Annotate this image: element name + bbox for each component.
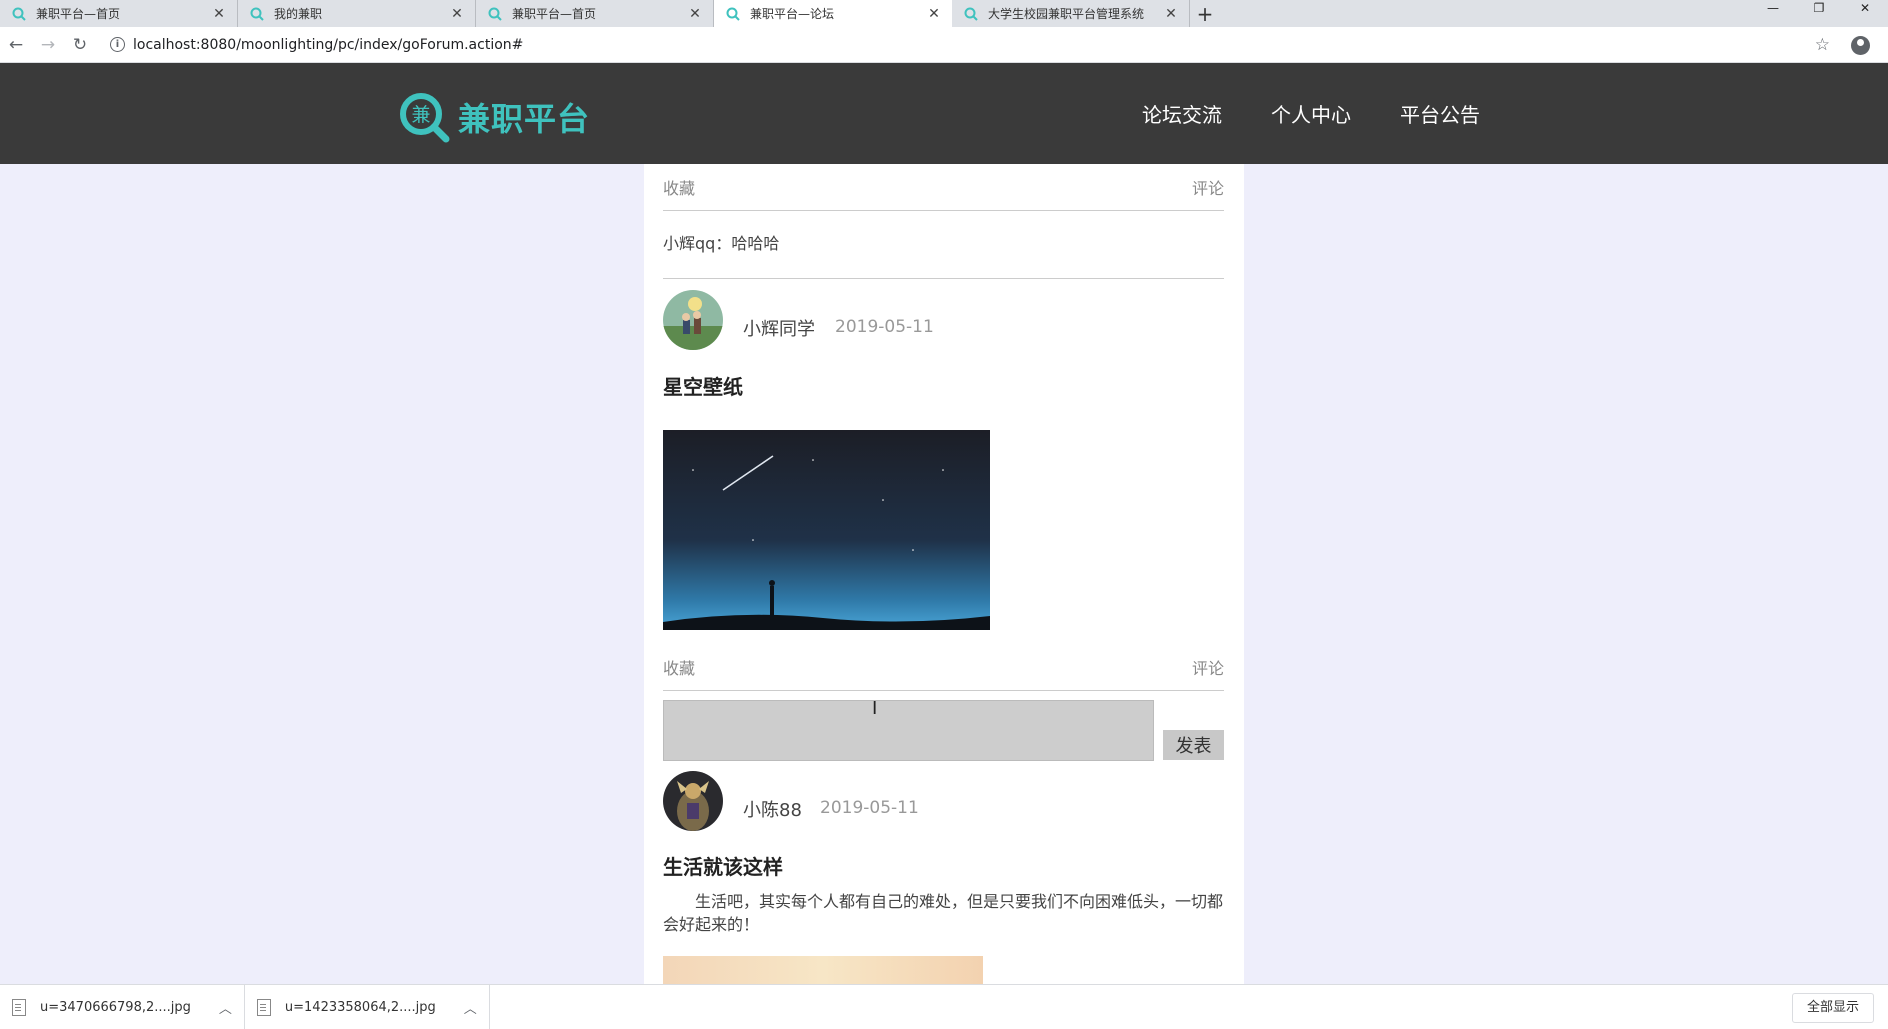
post-title[interactable]: 生活就该这样 — [663, 851, 783, 880]
nav-personal-center[interactable]: 个人中心 — [1271, 99, 1351, 128]
author-avatar[interactable] — [663, 771, 723, 831]
chevron-up-icon[interactable]: ︿ — [464, 998, 477, 1017]
site-favicon-icon — [250, 7, 264, 21]
post-image-starry-sky[interactable] — [663, 430, 990, 630]
new-tab-plus-icon[interactable]: + — [1190, 0, 1220, 27]
starry-sky-image-icon — [663, 430, 990, 630]
browser-tab-label: 我的兼职 — [274, 7, 323, 21]
reload-icon[interactable]: ↻ — [64, 35, 96, 55]
account-avatar-icon[interactable] — [1851, 36, 1870, 55]
nav-forum[interactable]: 论坛交流 — [1142, 99, 1222, 128]
divider — [663, 278, 1224, 279]
post-date: 2019-05-11 — [835, 317, 934, 337]
site-favicon-icon — [488, 7, 502, 21]
post-title[interactable]: 星空壁纸 — [663, 371, 743, 400]
site-favicon-icon — [12, 7, 26, 21]
browser-tab-bar: 兼职平台—首页 ✕ 我的兼职 ✕ 兼职平台—首页 ✕ 兼职平台—论坛 ✕ 大学生… — [0, 0, 1888, 27]
close-icon[interactable]: ✕ — [926, 6, 942, 22]
post-author[interactable]: 小辉同学 — [743, 315, 815, 341]
browser-tab-label: 兼职平台—论坛 — [750, 7, 835, 21]
post-actions: 收藏 评论 — [663, 644, 1224, 691]
nav-announcements[interactable]: 平台公告 — [1400, 99, 1480, 128]
prev-post-actions: 收藏 评论 — [663, 164, 1224, 211]
info-icon[interactable]: i — [110, 37, 125, 52]
site-favicon-icon — [964, 7, 978, 21]
text-cursor-icon: I — [872, 698, 878, 719]
submit-comment-button[interactable]: 发表 — [1163, 730, 1224, 760]
bookmark-star-icon[interactable]: ☆ — [1815, 35, 1830, 55]
logo-magnifier-icon: 兼 — [400, 93, 450, 143]
post-author[interactable]: 小陈88 — [743, 796, 802, 822]
site-header: 兼 兼职平台 论坛交流 个人中心 平台公告 — [0, 63, 1888, 164]
minimize-icon[interactable]: — — [1750, 0, 1796, 18]
browser-tab-label: 兼职平台—首页 — [36, 7, 121, 21]
browser-tab-label: 兼职平台—首页 — [512, 7, 597, 21]
comment-link[interactable]: 评论 — [1192, 175, 1224, 199]
download-bar: u=3470666798,2....jpg ︿ u=1423358064,2..… — [0, 984, 1888, 1029]
back-arrow-icon[interactable]: ← — [0, 35, 32, 55]
author-avatar[interactable] — [663, 290, 723, 350]
download-filename: u=1423358064,2....jpg — [284, 999, 436, 1015]
show-all-downloads-button[interactable]: 全部显示 — [1791, 993, 1874, 1023]
download-item[interactable]: u=3470666798,2....jpg ︿ — [0, 985, 245, 1029]
browser-toolbar: ← → ↻ i localhost:8080/moonlighting/pc/i… — [0, 27, 1888, 63]
post-body: 生活吧，其实每个人都有自己的难处，但是只要我们不向困难低头，一切都会好起来的！ — [663, 892, 1224, 934]
favorite-link[interactable]: 收藏 — [663, 655, 695, 679]
forum-column: 收藏 评论 小辉qq：哈哈哈 小辉同学 2019-05-11 星空壁纸 收藏 评… — [644, 164, 1244, 984]
chevron-up-icon[interactable]: ︿ — [219, 998, 232, 1017]
favorite-link[interactable]: 收藏 — [663, 175, 695, 199]
url-text[interactable]: localhost:8080/moonlighting/pc/index/goF… — [133, 37, 523, 53]
post-image[interactable] — [663, 956, 983, 984]
forward-arrow-icon[interactable]: → — [32, 35, 64, 55]
main-nav: 论坛交流 个人中心 平台公告 — [1142, 99, 1529, 128]
avatar-illustration-icon — [663, 290, 723, 350]
download-filename: u=3470666798,2....jpg — [40, 999, 191, 1015]
close-icon[interactable]: ✕ — [1163, 6, 1179, 22]
address-bar[interactable]: i localhost:8080/moonlighting/pc/index/g… — [100, 31, 1818, 58]
window-controls: — ❐ ✕ — [1750, 0, 1888, 18]
comment-textarea[interactable] — [663, 700, 1154, 761]
site-favicon-icon — [726, 7, 740, 21]
browser-tab-2[interactable]: 我的兼职 ✕ — [238, 0, 476, 27]
close-icon[interactable]: ✕ — [449, 6, 465, 22]
comment-link[interactable]: 评论 — [1192, 655, 1224, 679]
avatar-warrior-icon — [663, 771, 723, 831]
download-item[interactable]: u=1423358064,2....jpg ︿ — [245, 985, 490, 1029]
browser-tab-4[interactable]: 兼职平台—论坛 ✕ — [714, 0, 952, 27]
close-icon[interactable]: ✕ — [687, 6, 703, 22]
browser-tab-label: 大学生校园兼职平台管理系统 — [988, 7, 1145, 21]
site-logo[interactable]: 兼 兼职平台 — [398, 91, 590, 143]
close-icon[interactable]: ✕ — [211, 6, 227, 22]
file-icon — [256, 998, 271, 1016]
restore-icon[interactable]: ❐ — [1796, 0, 1842, 18]
comment-item: 小辉qq：哈哈哈 — [663, 234, 780, 253]
post-date: 2019-05-11 — [820, 798, 919, 818]
browser-tab-3[interactable]: 兼职平台—首页 ✕ — [476, 0, 714, 27]
logo-text: 兼职平台 — [458, 100, 591, 138]
browser-tab-5[interactable]: 大学生校园兼职平台管理系统 ✕ — [952, 0, 1190, 27]
window-close-icon[interactable]: ✕ — [1842, 0, 1888, 18]
logo-char: 兼 — [411, 104, 430, 126]
file-icon — [12, 998, 26, 1016]
browser-tab-1[interactable]: 兼职平台—首页 ✕ — [0, 0, 238, 27]
